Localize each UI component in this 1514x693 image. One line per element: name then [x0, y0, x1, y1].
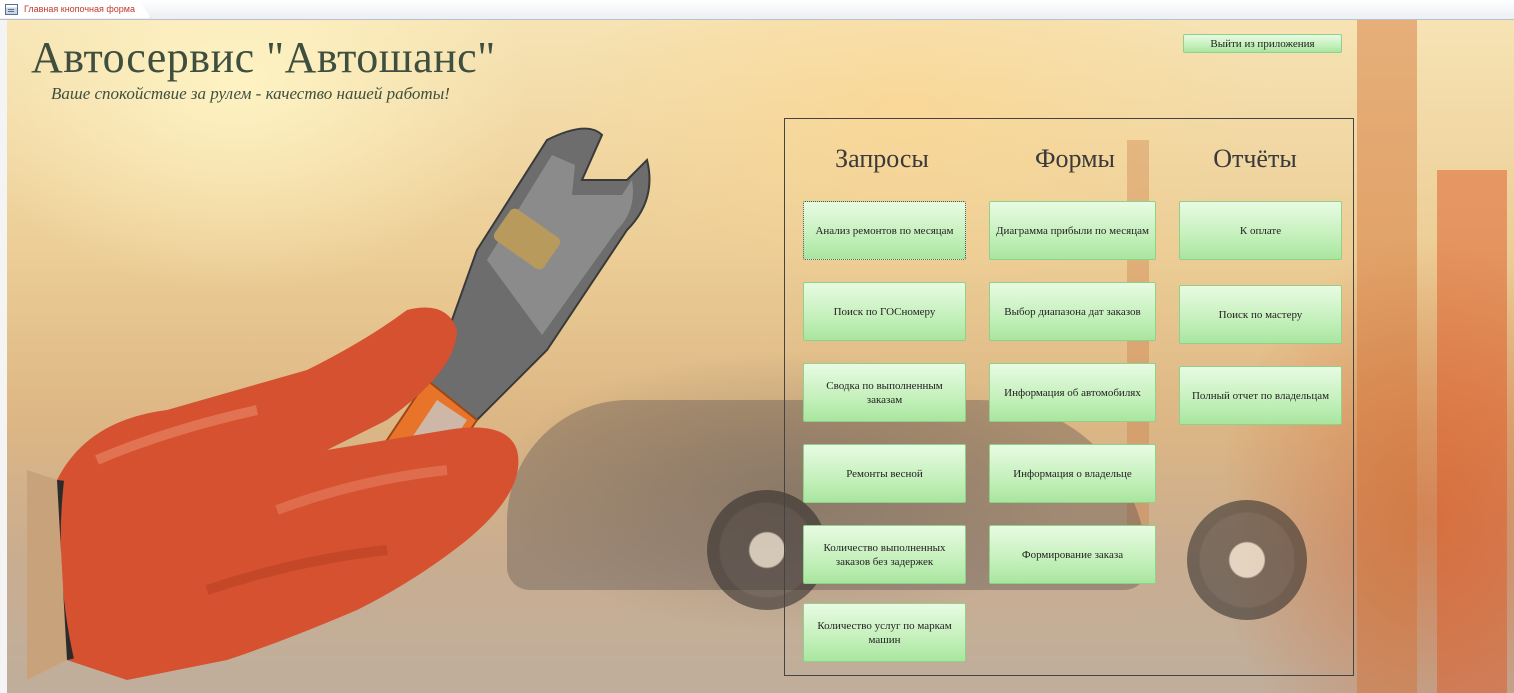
- form-icon: [5, 3, 18, 15]
- document-tab[interactable]: Главная кнопочная форма: [0, 0, 151, 18]
- query-search-by-plate-button[interactable]: Поиск по ГОСномеру: [803, 282, 966, 341]
- forms-column-title: Формы: [1034, 144, 1116, 173]
- report-by-master-button[interactable]: Поиск по мастеру: [1179, 285, 1342, 344]
- query-repairs-by-month-button[interactable]: Анализ ремонтов по месяцам: [803, 201, 966, 260]
- query-completed-orders-summary-button[interactable]: Сводка по выполненным заказам: [803, 363, 966, 422]
- background-pillar: [1357, 20, 1417, 693]
- form-owner-info-button[interactable]: Информация о владельце: [989, 444, 1156, 503]
- query-services-by-car-brand-button[interactable]: Количество услуг по маркам машин: [803, 603, 966, 662]
- form-car-info-button[interactable]: Информация об автомобилях: [989, 363, 1156, 422]
- report-to-pay-button[interactable]: К оплате: [1179, 201, 1342, 260]
- form-profit-chart-button[interactable]: Диаграмма прибыли по месяцам: [989, 201, 1156, 260]
- queries-column-title: Запросы: [835, 144, 929, 173]
- app-slogan: Ваше спокойствие за рулем - качество наш…: [51, 84, 450, 103]
- glove-wrench-illustration: [27, 127, 651, 680]
- app-title: Автосервис "Автошанс": [31, 33, 496, 82]
- glove-icon: [27, 307, 519, 680]
- main-form: Автосервис "Автошанс" Ваше спокойствие з…: [7, 20, 1514, 693]
- document-tab-label: Главная кнопочная форма: [24, 4, 135, 14]
- background-pillar: [1437, 170, 1507, 693]
- document-tab-strip: Главная кнопочная форма: [0, 0, 1514, 20]
- query-spring-repairs-button[interactable]: Ремонты весной: [803, 444, 966, 503]
- form-create-order-button[interactable]: Формирование заказа: [989, 525, 1156, 584]
- form-order-date-range-button[interactable]: Выбор диапазона дат заказов: [989, 282, 1156, 341]
- query-orders-without-delay-button[interactable]: Количество выполненных заказов без задер…: [803, 525, 966, 584]
- exit-app-button[interactable]: Выйти из приложения: [1183, 34, 1342, 53]
- report-full-owners-button[interactable]: Полный отчет по владельцам: [1179, 366, 1342, 425]
- reports-column-title: Отчёты: [1213, 144, 1297, 173]
